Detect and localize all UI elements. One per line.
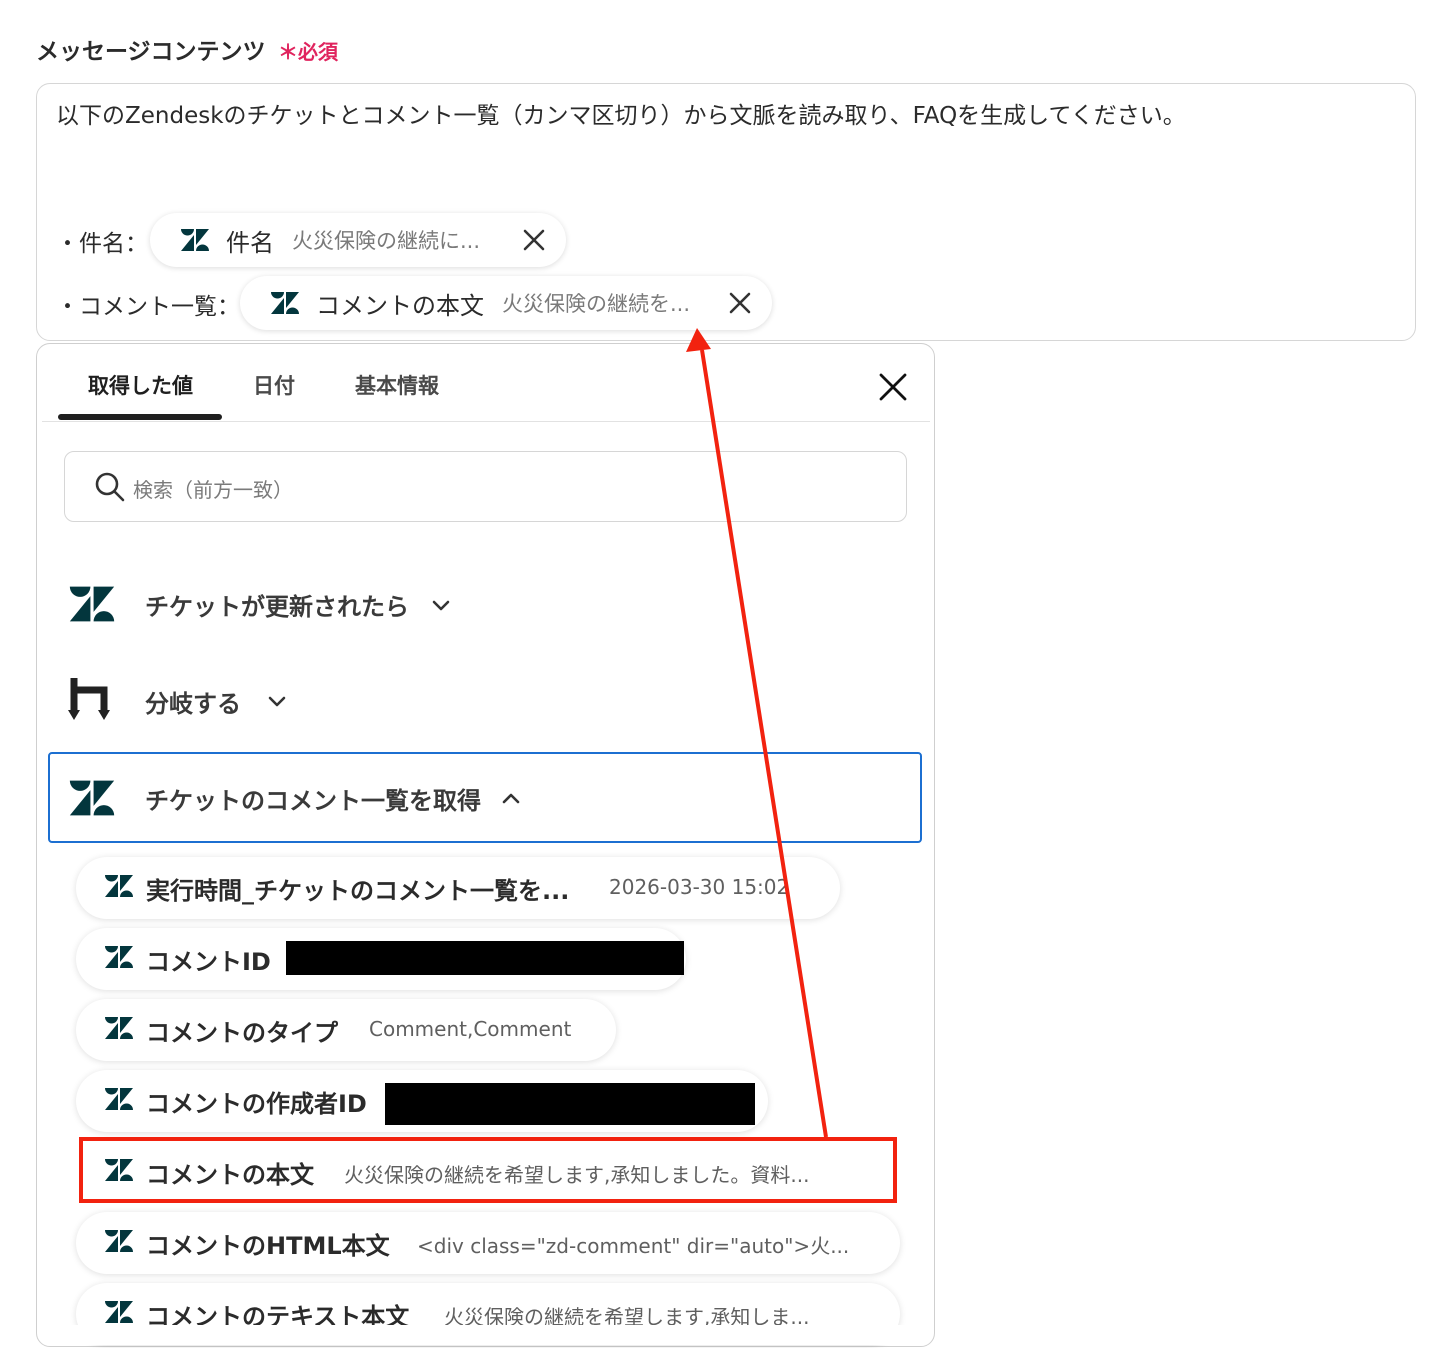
list-item[interactable]: コメントの作成者ID — [76, 1070, 768, 1132]
active-tab-indicator — [58, 414, 222, 420]
redacted-value — [286, 941, 684, 975]
zendesk-icon — [69, 586, 115, 622]
search-placeholder: 検索（前方一致） — [133, 478, 293, 502]
zendesk-icon — [181, 229, 209, 251]
highlight-annotation-box — [79, 1137, 897, 1203]
item-name: コメントID — [146, 948, 271, 976]
zendesk-icon — [105, 1301, 133, 1323]
item-value: 2026-03-30 15:02 — [609, 875, 790, 899]
tab-date[interactable]: 日付 — [253, 370, 295, 400]
search-icon — [95, 472, 125, 502]
group-branch[interactable]: 分岐する — [145, 684, 241, 719]
subject-line-label: ・件名： — [56, 231, 148, 257]
chevron-up-icon[interactable] — [500, 788, 522, 810]
subject-variable-chip[interactable]: 件名 火災保険の継続に... — [150, 213, 566, 267]
zendesk-icon — [69, 780, 115, 816]
group-get-comment-list[interactable]: チケットのコメント一覧を取得 — [145, 781, 481, 816]
list-item[interactable]: コメントのHTML本文 <div class="zd-comment" dir=… — [76, 1212, 900, 1274]
item-name: コメントの作成者ID — [146, 1090, 367, 1118]
zendesk-icon — [271, 292, 299, 314]
tab-basic-info[interactable]: 基本情報 — [355, 370, 439, 400]
item-name: 実行時間_チケットのコメント一覧を... — [146, 877, 570, 905]
close-icon[interactable] — [876, 370, 910, 404]
chip-value: 火災保険の継続を... — [502, 292, 691, 316]
item-name: コメントのタイプ — [146, 1019, 338, 1047]
field-label: メッセージコンテンツ — [36, 39, 266, 65]
list-item[interactable]: コメントID — [76, 928, 686, 990]
branch-icon — [68, 678, 110, 720]
zendesk-icon — [105, 1017, 133, 1039]
zendesk-icon — [105, 1230, 133, 1252]
required-badge: ＊必須 — [278, 40, 338, 64]
chip-name: 件名 — [226, 228, 274, 257]
zendesk-icon — [105, 1088, 133, 1110]
list-item[interactable]: 実行時間_チケットのコメント一覧を... 2026-03-30 15:02 — [76, 857, 840, 919]
item-name: コメントのHTML本文 — [146, 1232, 390, 1260]
group-ticket-updated[interactable]: チケットが更新されたら — [145, 587, 409, 622]
comments-line-label: ・コメント一覧： — [56, 294, 240, 320]
chevron-down-icon[interactable] — [430, 594, 452, 616]
tab-acquired-values[interactable]: 取得した値 — [88, 370, 193, 400]
chip-value: 火災保険の継続に... — [292, 229, 481, 253]
item-value: <div class="zd-comment" dir="auto">火... — [417, 1234, 850, 1258]
comments-variable-chip[interactable]: コメントの本文 火災保険の継続を... — [240, 276, 772, 330]
message-text: 以下のZendeskのチケットとコメント一覧（カンマ区切り）から文脈を読み取り、… — [56, 103, 1186, 129]
item-value: Comment,Comment — [369, 1017, 572, 1041]
tab-divider — [42, 421, 930, 422]
zendesk-icon — [105, 875, 133, 897]
panel-bottom-clip — [38, 1325, 933, 1345]
zendesk-icon — [105, 946, 133, 968]
chip-name: コメントの本文 — [316, 291, 484, 320]
redacted-value — [385, 1083, 755, 1125]
close-icon[interactable] — [520, 226, 548, 254]
list-item[interactable]: コメントのタイプ Comment,Comment — [76, 999, 616, 1061]
chevron-down-icon[interactable] — [266, 690, 288, 712]
close-icon[interactable] — [726, 289, 754, 317]
